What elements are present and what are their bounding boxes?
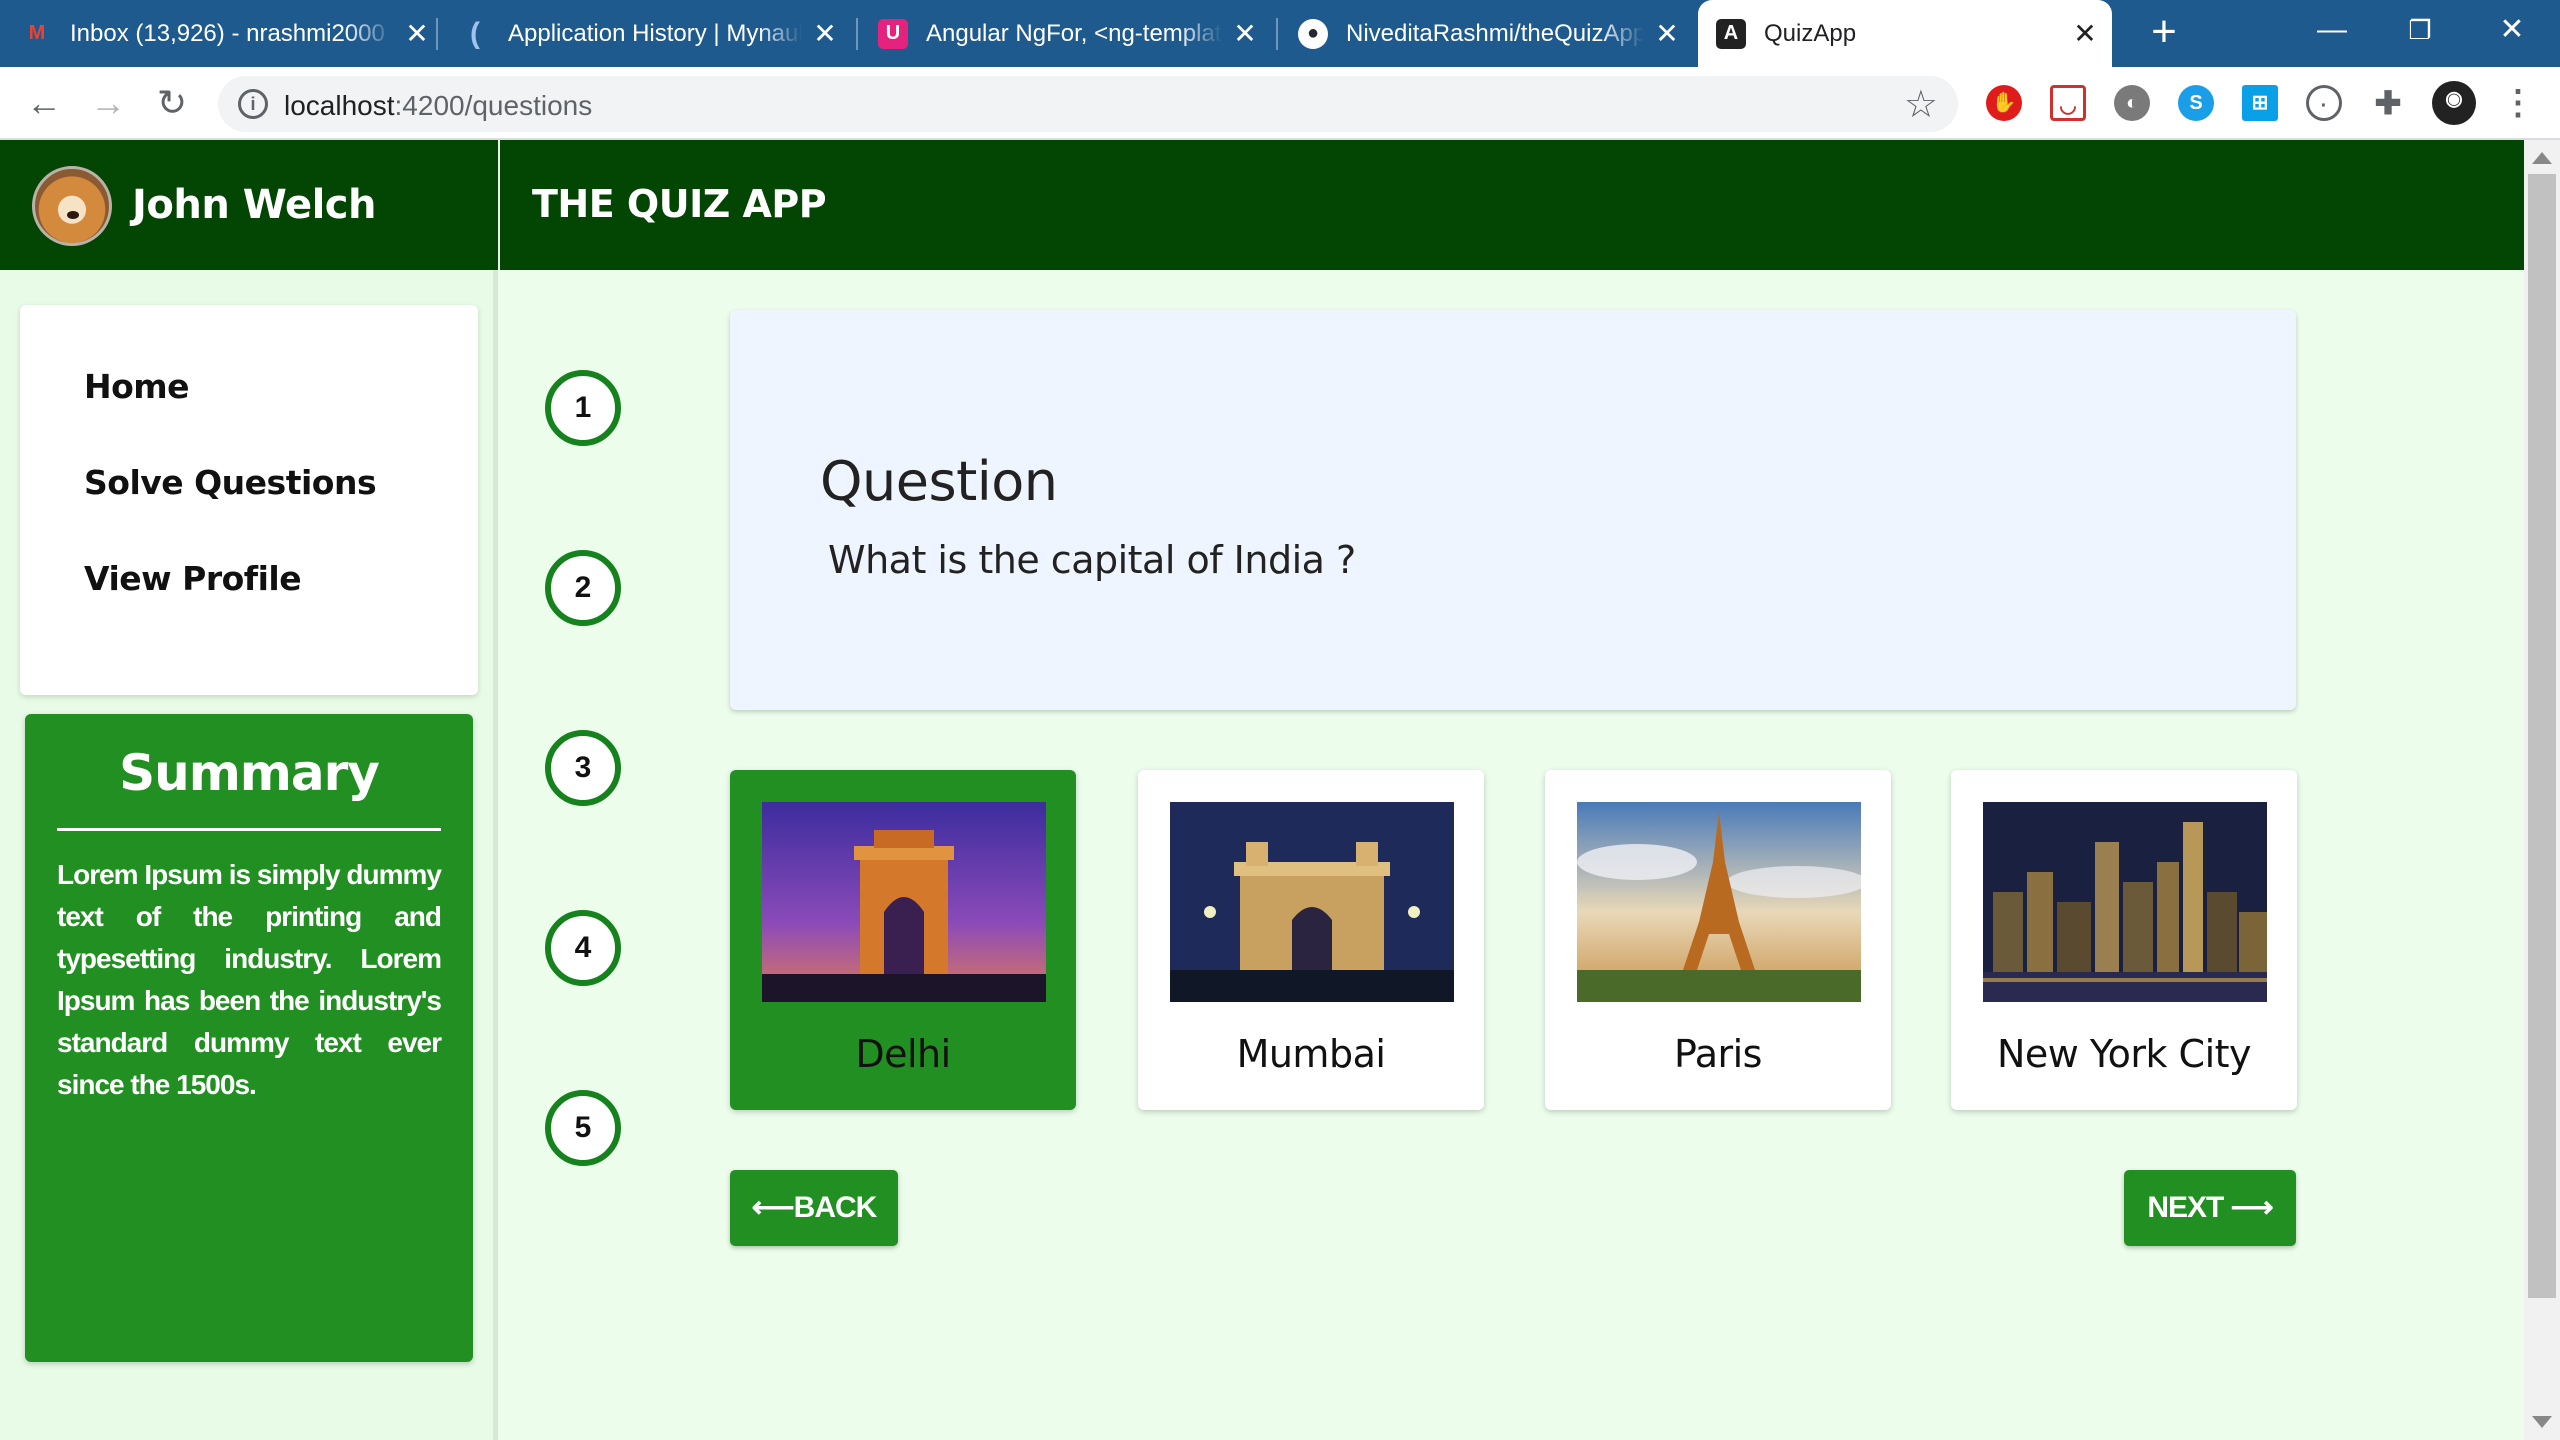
question-number-5[interactable]: 5: [545, 1090, 621, 1166]
adblock-icon[interactable]: ✋: [1986, 85, 2022, 121]
close-window-button[interactable]: ✕: [2484, 8, 2540, 52]
question-text: What is the capital of India ?: [828, 538, 1356, 582]
avatar[interactable]: [32, 166, 112, 246]
browser-toolbar: ← → ↻ i localhost:4200/questions ☆ ✋ ◡ ◐…: [0, 67, 2560, 140]
question-number-2[interactable]: 2: [545, 550, 621, 626]
scrollbar[interactable]: [2524, 140, 2560, 1440]
new-york-skyline-image: [1983, 802, 2267, 1002]
ultimate-icon: U: [878, 18, 908, 49]
quiz-app: John Welch Home Solve Questions View Pro…: [0, 140, 2560, 1440]
scroll-down-arrow-icon[interactable]: [2532, 1416, 2552, 1428]
url-text[interactable]: localhost:4200/questions: [284, 90, 592, 122]
profile-avatar-icon[interactable]: ◉: [2432, 81, 2476, 125]
eiffel-tower-image: [1577, 802, 1861, 1002]
minimize-button[interactable]: —: [2304, 8, 2360, 52]
windows-icon[interactable]: ⊞: [2242, 85, 2278, 121]
app-header: THE QUIZ APP: [500, 140, 2524, 270]
gmail-icon: M: [28, 22, 46, 44]
skype-icon[interactable]: S: [2178, 85, 2214, 121]
scrollbar-thumb[interactable]: [2528, 174, 2556, 1298]
tab-separator: [1276, 18, 1278, 50]
summary-divider: [57, 828, 441, 831]
option-paris[interactable]: Paris: [1545, 770, 1891, 1110]
option-label: New York City: [1996, 1032, 2252, 1076]
extensions-puzzle-icon[interactable]: ✚: [2370, 85, 2406, 121]
address-bar[interactable]: i localhost:4200/questions ☆: [218, 76, 1958, 132]
next-button[interactable]: NEXT ⟶: [2124, 1170, 2296, 1246]
browser-tab-gmail[interactable]: M Inbox (13,926) - nrashmi2000 ✕: [22, 0, 432, 67]
option-mumbai[interactable]: Mumbai: [1138, 770, 1484, 1110]
forward-arrow-icon[interactable]: →: [84, 79, 132, 127]
summary-card: Summary Lorem Ipsum is simply dummy text…: [25, 714, 473, 1362]
scroll-up-arrow-icon[interactable]: [2532, 152, 2552, 164]
close-tab-icon[interactable]: ✕: [1652, 17, 1682, 50]
browser-tab-quizapp[interactable]: A QuizApp ✕: [1698, 0, 2112, 67]
close-tab-icon[interactable]: ✕: [402, 17, 432, 50]
close-tab-icon[interactable]: ✕: [2070, 17, 2100, 50]
tab-separator: [856, 18, 858, 50]
mynaukri-icon: (: [470, 16, 480, 50]
back-arrow-icon[interactable]: ←: [20, 79, 68, 127]
tab-title: Inbox (13,926) - nrashmi2000: [70, 19, 385, 47]
nav-item-solve-questions[interactable]: Solve Questions: [84, 463, 377, 502]
restore-button[interactable]: ❐: [2392, 8, 2448, 52]
angular-icon: A: [1716, 18, 1746, 49]
question-number-1[interactable]: 1: [545, 370, 621, 446]
new-tab-button[interactable]: +: [2140, 10, 2188, 58]
browser-tab-mynaukri[interactable]: ( Application History | Mynaukri ✕: [460, 0, 840, 67]
nav-item-view-profile[interactable]: View Profile: [84, 559, 302, 598]
reload-icon[interactable]: ↻: [148, 79, 196, 127]
tab-title: NiveditaRashmi/theQuizApp: [1346, 19, 1644, 47]
close-tab-icon[interactable]: ✕: [810, 17, 840, 50]
browser-tab-github[interactable]: ● NiveditaRashmi/theQuizApp ✕: [1298, 0, 1682, 67]
app-title: THE QUIZ APP: [532, 182, 827, 226]
nav-item-home[interactable]: Home: [84, 367, 190, 406]
india-gate-image: [762, 802, 1046, 1002]
browser-tab-angular-ngfor[interactable]: U Angular NgFor, <ng-template> ✕: [878, 0, 1260, 67]
back-button[interactable]: ⟵BACK: [730, 1170, 898, 1246]
browser-tab-strip: M Inbox (13,926) - nrashmi2000 ✕ ( Appli…: [0, 0, 2560, 67]
nav-menu: Home Solve Questions View Profile: [20, 305, 478, 695]
question-number-3[interactable]: 3: [545, 730, 621, 806]
summary-title: Summary: [119, 744, 380, 802]
question-label: Question: [820, 450, 1058, 513]
browser-menu-icon[interactable]: ⋮: [2500, 85, 2536, 121]
bookmark-star-icon[interactable]: ☆: [1904, 82, 1938, 127]
option-label: Mumbai: [1236, 1032, 1386, 1076]
tab-title: Angular NgFor, <ng-template>: [926, 19, 1222, 47]
sidebar: John Welch Home Solve Questions View Pro…: [0, 140, 498, 1440]
extension-circle-icon[interactable]: ◐: [2114, 85, 2150, 121]
option-delhi[interactable]: Delhi: [730, 770, 1076, 1110]
option-label: Paris: [1674, 1032, 1762, 1076]
gateway-of-india-image: [1170, 802, 1454, 1002]
tab-title: Application History | Mynaukri: [508, 19, 802, 47]
question-number-4[interactable]: 4: [545, 910, 621, 986]
option-label: Delhi: [855, 1032, 951, 1076]
code-extension-icon[interactable]: ·: [2306, 85, 2342, 121]
user-name: John Welch: [132, 182, 376, 228]
close-tab-icon[interactable]: ✕: [1230, 17, 1260, 50]
github-icon: ●: [1298, 18, 1328, 49]
tab-title: QuizApp: [1764, 19, 1857, 47]
pocket-icon[interactable]: ◡: [2050, 85, 2086, 121]
tab-separator: [436, 18, 438, 50]
profile-header: John Welch: [0, 140, 498, 270]
info-icon[interactable]: i: [238, 89, 268, 119]
question-card: Question What is the capital of India ?: [730, 310, 2296, 710]
summary-text: Lorem Ipsum is simply dummy text of the …: [57, 859, 442, 1100]
option-new-york-city[interactable]: New York City: [1951, 770, 2297, 1110]
